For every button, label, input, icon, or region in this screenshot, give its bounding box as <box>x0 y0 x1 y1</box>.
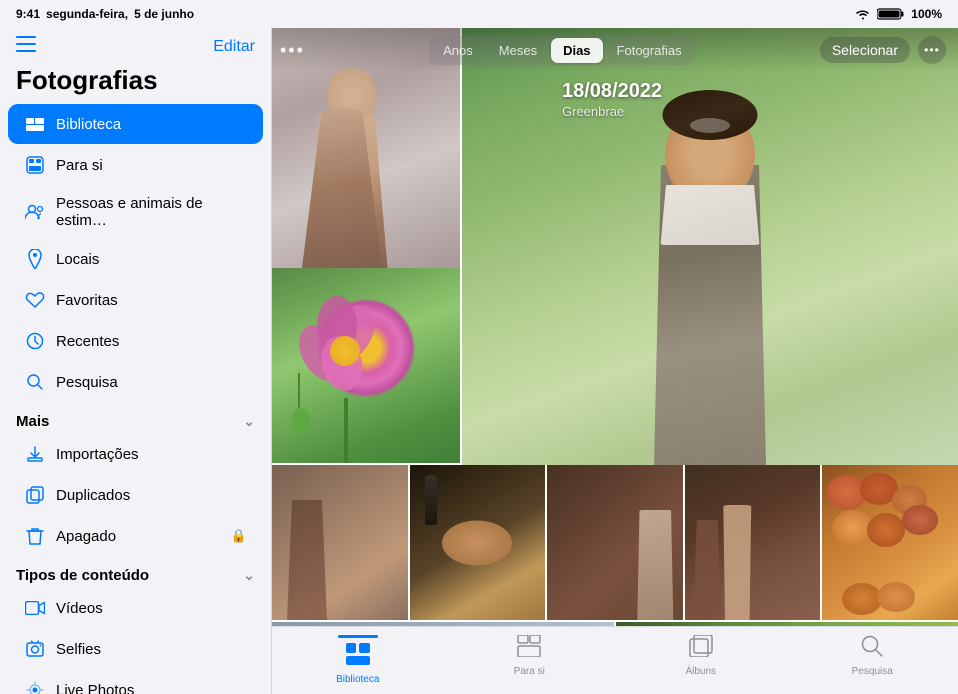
sidebar-item-locais-label: Locais <box>56 251 99 268</box>
biblioteca-icon <box>24 113 46 135</box>
photo-row-3 <box>272 465 958 620</box>
sidebar-collapse-button[interactable] <box>16 36 36 57</box>
tab-fotografias[interactable]: Fotografias <box>605 38 694 63</box>
sidebar-item-live-photos[interactable]: Live Photos <box>8 670 263 694</box>
sidebar-item-selfies-label: Selfies <box>56 641 101 658</box>
sidebar-item-locais[interactable]: Locais <box>8 239 263 279</box>
bottom-tab-para-si-label: Para si <box>514 666 545 677</box>
battery-icon <box>877 7 905 21</box>
view-tabs: Anos Meses Dias Fotografias <box>429 36 695 65</box>
tab-anos[interactable]: Anos <box>431 38 485 63</box>
locais-icon <box>24 248 46 270</box>
sidebar-item-pesquisa-label: Pesquisa <box>56 374 118 391</box>
status-right: 100% <box>855 7 942 21</box>
selfies-icon <box>24 638 46 660</box>
sidebar-item-biblioteca-label: Biblioteca <box>56 116 121 133</box>
section-tipos-label: Tipos de conteúdo <box>16 567 149 584</box>
sidebar-title: Fotografias <box>0 61 271 104</box>
status-date: 5 de junho <box>134 7 194 21</box>
bottom-tab-biblioteca[interactable]: Biblioteca <box>323 635 393 685</box>
sidebar-item-apagado[interactable]: Apagado 🔒 <box>8 516 263 556</box>
pesquisa-icon <box>24 371 46 393</box>
para-si-icon <box>24 154 46 176</box>
duplicados-icon <box>24 484 46 506</box>
status-left: 9:41 segunda-feira, 5 de junho <box>16 7 194 21</box>
status-time: 9:41 <box>16 7 40 21</box>
photo-more-button[interactable]: ••• <box>280 40 305 61</box>
bottom-tab-pesquisa[interactable]: Pesquisa <box>837 635 907 677</box>
sidebar-item-selfies[interactable]: Selfies <box>8 629 263 669</box>
sidebar-item-live-photos-label: Live Photos <box>56 682 134 694</box>
bottom-tab-albuns-label: Álbuns <box>685 666 716 677</box>
section-mais-chevron[interactable]: ⌄ <box>243 413 255 430</box>
photo-cell-food-2[interactable] <box>685 465 821 620</box>
sidebar-item-importacoes-label: Importações <box>56 446 139 463</box>
photo-cell-outdoor-person[interactable] <box>462 28 958 465</box>
pessoas-icon <box>24 201 46 223</box>
sidebar-header: Editar <box>0 28 271 61</box>
photo-cell-kitchen-1[interactable] <box>272 465 408 620</box>
bottom-tab-biblioteca-icon <box>346 643 370 671</box>
photo-cell-flower[interactable] <box>272 268 460 463</box>
tab-dias[interactable]: Dias <box>551 38 602 63</box>
sidebar-item-duplicados-label: Duplicados <box>56 487 130 504</box>
sidebar-section-tipos: Tipos de conteúdo ⌄ <box>0 557 271 588</box>
sidebar-item-favoritas-label: Favoritas <box>56 292 118 309</box>
sidebar-item-apagado-label: Apagado <box>56 528 116 545</box>
section-mais-label: Mais <box>16 413 49 430</box>
bottom-tab-pesquisa-label: Pesquisa <box>852 666 893 677</box>
photo-cell-fruits[interactable] <box>822 465 958 620</box>
content-area: 18/08/2022 Greenbrae ••• Anos Meses Dias… <box>272 28 958 694</box>
wifi-icon <box>855 8 871 20</box>
sidebar-item-importacoes[interactable]: Importações <box>8 434 263 474</box>
bottom-tab-para-si[interactable]: Para si <box>494 635 564 677</box>
date-title: 18/08/2022 <box>562 80 662 103</box>
date-subtitle: Greenbrae <box>562 104 624 119</box>
sidebar-item-pesquisa[interactable]: Pesquisa <box>8 362 263 402</box>
sidebar-item-recentes-label: Recentes <box>56 333 119 350</box>
live-photos-icon <box>24 679 46 694</box>
lock-icon: 🔒 <box>231 528 247 544</box>
sidebar-item-duplicados[interactable]: Duplicados <box>8 475 263 515</box>
sidebar-item-pessoas[interactable]: Pessoas e animais de estim… <box>8 186 263 238</box>
tab-meses[interactable]: Meses <box>487 38 549 63</box>
bottom-tab-biblioteca-label: Biblioteca <box>336 674 379 685</box>
videos-icon <box>24 597 46 619</box>
sidebar-item-recentes[interactable]: Recentes <box>8 321 263 361</box>
sidebar-item-para-si-label: Para si <box>56 157 103 174</box>
status-day: segunda-feira, <box>46 7 128 21</box>
photo-cell-food-1[interactable] <box>410 465 546 620</box>
select-button[interactable]: Selecionar <box>820 37 910 63</box>
bottom-tab-albuns-icon <box>689 635 713 663</box>
sidebar-item-videos[interactable]: Vídeos <box>8 588 263 628</box>
apagado-icon <box>24 525 46 547</box>
sidebar-scroll: Biblioteca Para si <box>0 104 271 694</box>
photo-cell-kitchen-2[interactable] <box>547 465 683 620</box>
tab-indicator-biblioteca <box>338 635 378 638</box>
sidebar-item-para-si[interactable]: Para si <box>8 145 263 185</box>
header-more-button[interactable]: ••• <box>918 36 946 64</box>
sidebar-item-videos-label: Vídeos <box>56 600 103 617</box>
bottom-tab-pesquisa-icon <box>860 635 884 663</box>
sidebar: Editar Fotografias Biblioteca <box>0 28 272 694</box>
importacoes-icon <box>24 443 46 465</box>
bottom-tab-albuns[interactable]: Álbuns <box>666 635 736 677</box>
bottom-tabbar: Biblioteca Para si <box>272 626 958 694</box>
sidebar-item-pessoas-label: Pessoas e animais de estim… <box>56 195 247 229</box>
favoritas-icon <box>24 289 46 311</box>
sidebar-section-mais: Mais ⌄ <box>0 403 271 434</box>
battery-percent: 100% <box>911 7 942 21</box>
section-tipos-chevron[interactable]: ⌄ <box>243 567 255 584</box>
status-bar: 9:41 segunda-feira, 5 de junho 100% <box>0 0 958 28</box>
sidebar-item-favoritas[interactable]: Favoritas <box>8 280 263 320</box>
sidebar-edit-button[interactable]: Editar <box>213 38 255 56</box>
main-area: Editar Fotografias Biblioteca <box>0 28 958 694</box>
bottom-tab-para-si-icon <box>517 635 541 663</box>
sidebar-item-biblioteca[interactable]: Biblioteca <box>8 104 263 144</box>
recentes-icon <box>24 330 46 352</box>
app-container: Editar Fotografias Biblioteca <box>0 28 958 694</box>
